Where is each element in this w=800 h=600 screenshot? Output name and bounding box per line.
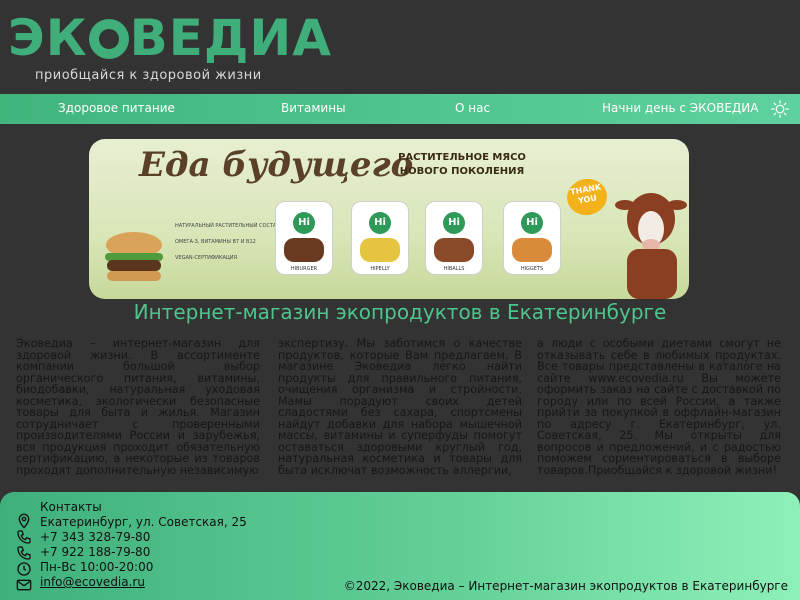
mail-icon [16,579,32,591]
product-pack-higgets: Hi HIGGETS [503,201,561,275]
pack-brand: Hi [443,212,465,234]
product-pack-hipelly: Hi HIPELLY [351,201,409,275]
footer-hours: Пн-Вс 10:00-20:00 [40,560,154,574]
sun-icon[interactable] [771,100,789,118]
food-image [512,238,552,262]
nav-item-vitamins[interactable]: Витамины [281,101,346,115]
promo-banner[interactable]: Еда будущего РАСТИТЕЛЬНОЕ МЯСО НОВОГО ПО… [89,139,689,299]
banner-headline: Еда будущего [139,145,414,185]
banner-subheadline: РАСТИТЕЛЬНОЕ МЯСО НОВОГО ПОКОЛЕНИЯ [398,152,526,177]
product-label: HIBURGER [290,266,318,272]
site-footer: Контакты Екатеринбург, ул. Советская, 25… [0,492,800,600]
food-image [284,238,324,262]
location-pin-icon [18,513,30,529]
pack-brand: Hi [369,212,391,234]
thank-you-badge: THANK YOU [564,175,610,219]
pack-brand: Hi [293,212,315,234]
phone-icon [17,530,31,544]
pack-brand: Hi [521,212,543,234]
footer-phone-1[interactable]: +7 343 328-79-80 [40,530,150,544]
product-pack-hiballs: Hi HIBALLS [425,201,483,275]
product-pack-hiburger: Hi HIBURGER [275,201,333,275]
text-column: Эковедиа – интернет-магазин для здоровой… [16,337,260,477]
banner-feature: VEGAN-СЕРТИФИКАЦИЯ [175,255,237,261]
nav-item-start-day[interactable]: Начни день с ЭКОВЕДИА [602,101,758,115]
site-tagline: приобщайся к здоровой жизни [35,68,262,83]
product-label: HIPELLY [370,266,390,272]
footer-email-link[interactable]: info@ecovedia.ru [40,575,145,589]
site-logo[interactable]: ЭК ВЕДИА [8,8,332,68]
footer-phone-2[interactable]: +7 922 188-79-80 [40,545,150,559]
phone-icon [17,546,31,560]
footer-copyright: ©2022, Эковедиа – Интернет-магазин экопр… [343,579,788,593]
logo-leaf-icon [88,18,129,59]
product-label: HIBALLS [443,266,465,272]
page-title: Интернет-магазин экопродуктов в Екатерин… [133,300,667,324]
text-column: а люди с особыми диетами смогут не отказ… [537,337,781,477]
nav-item-about[interactable]: О нас [455,101,490,115]
product-label: HIGGETS [520,266,544,272]
text-column: экспертизу. Мы заботимся о качестве прод… [278,337,522,477]
cow-image [615,193,687,299]
nav-item-healthy-food[interactable]: Здоровое питание [58,101,175,115]
burger-image [105,232,163,281]
main-nav: Здоровое питание Витамины О нас Начни де… [0,94,800,124]
contacts-label: Контакты [40,500,102,514]
banner-feature: НАТУРАЛЬНЫЙ РАСТИТЕЛЬНЫЙ СОСТАВ [175,223,280,229]
footer-address: Екатеринбург, ул. Советская, 25 [40,515,247,529]
food-image [360,238,400,262]
clock-icon [17,562,31,576]
banner-feature: ОМЕГА-3, ВИТАМИНЫ В7 И В12 [175,239,256,245]
food-image [434,238,474,262]
